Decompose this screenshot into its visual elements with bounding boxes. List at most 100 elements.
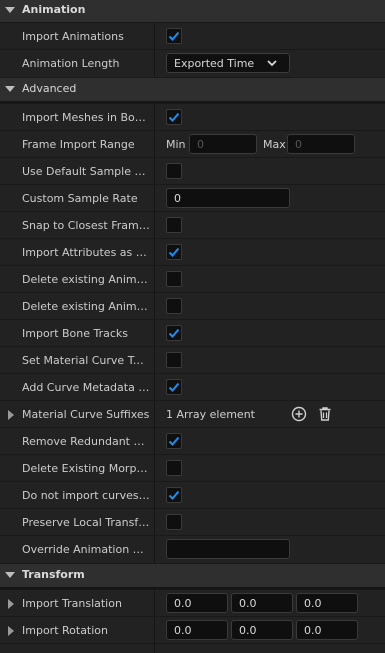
caret-right-icon[interactable] xyxy=(8,626,14,636)
section-title: Animation xyxy=(22,3,86,16)
property-label: Use Default Sample Rate xyxy=(22,165,150,178)
use-default-sample-rate-checkbox[interactable] xyxy=(166,163,182,179)
property-label: Delete Existing Morph T... xyxy=(22,462,150,475)
property-label: Animation Length xyxy=(22,57,120,70)
row-preserve-local-transform: Preserve Local Transform xyxy=(0,508,385,536)
check-icon xyxy=(168,436,180,446)
min-value: 0 xyxy=(197,138,204,151)
check-icon xyxy=(168,112,180,122)
property-label: Material Curve Suffixes xyxy=(22,408,150,421)
section-header-advanced[interactable]: Advanced xyxy=(0,77,385,101)
property-label: Import Attributes as Cur... xyxy=(22,246,150,259)
check-icon xyxy=(168,328,180,338)
import-attributes-checkbox[interactable] xyxy=(166,244,182,260)
property-label: Preserve Local Transform xyxy=(22,516,150,529)
section-header-animation[interactable]: Animation xyxy=(0,0,385,22)
property-label: Override Animation Name xyxy=(22,543,150,556)
row-import-meshes: Import Meshes in Bone... xyxy=(0,103,385,131)
delete-existing-animation-2-checkbox[interactable] xyxy=(166,298,182,314)
do-not-import-curves-checkbox[interactable] xyxy=(166,487,182,503)
row-animation-length: Animation Length Exported Time xyxy=(0,49,385,77)
row-snap-closest-frame: Snap to Closest Frame... xyxy=(0,211,385,239)
min-label: Min xyxy=(166,138,186,151)
property-label: Snap to Closest Frame... xyxy=(22,219,150,232)
rotation-y-input[interactable]: 0.0 xyxy=(231,620,293,640)
row-delete-existing-2: Delete existing Animatio... xyxy=(0,292,385,320)
max-label: Max xyxy=(263,138,286,151)
row-add-curve-metadata: Add Curve Metadata to... xyxy=(0,373,385,401)
section-title: Advanced xyxy=(22,82,77,95)
plus-circle-icon[interactable] xyxy=(291,406,307,422)
rotation-z-input[interactable]: 0.0 xyxy=(296,620,358,640)
row-import-attributes: Import Attributes as Cur... xyxy=(0,238,385,266)
delete-existing-animation-checkbox[interactable] xyxy=(166,271,182,287)
check-icon xyxy=(168,490,180,500)
import-animations-checkbox[interactable] xyxy=(166,28,182,44)
animation-length-dropdown[interactable]: Exported Time xyxy=(166,53,290,73)
z-value: 0.0 xyxy=(304,624,322,637)
array-count: 1 Array element xyxy=(166,408,255,421)
property-label: Delete existing Animatio... xyxy=(22,273,150,286)
row-override-animation-name: Override Animation Name xyxy=(0,535,385,563)
override-animation-name-input[interactable] xyxy=(166,539,290,559)
details-panel: Animation Import Animations Animation Le… xyxy=(0,0,385,653)
check-icon xyxy=(168,31,180,41)
section-header-transform[interactable]: Transform xyxy=(0,563,385,587)
row-import-animations: Import Animations xyxy=(0,22,385,50)
row-delete-existing-1: Delete existing Animatio... xyxy=(0,265,385,293)
row-frame-import-range: Frame Import Range Min 0 Max 0 xyxy=(0,130,385,158)
dropdown-value: Exported Time xyxy=(174,57,255,70)
translation-x-input[interactable]: 0.0 xyxy=(166,593,228,613)
property-label: Remove Redundant Keys xyxy=(22,435,150,448)
delete-existing-morph-checkbox[interactable] xyxy=(166,460,182,476)
collapse-caret-icon[interactable] xyxy=(5,86,15,92)
collapse-caret-icon[interactable] xyxy=(5,572,15,578)
chevron-down-icon xyxy=(267,60,277,67)
z-value: 0.0 xyxy=(304,597,322,610)
row-use-default-sample-rate: Use Default Sample Rate xyxy=(0,157,385,185)
check-icon xyxy=(168,247,180,257)
add-curve-metadata-checkbox[interactable] xyxy=(166,379,182,395)
collapse-caret-icon[interactable] xyxy=(5,7,15,13)
property-label: Set Material Curve Type xyxy=(22,354,150,367)
y-value: 0.0 xyxy=(239,597,257,610)
max-value: 0 xyxy=(295,138,302,151)
row-set-material-curve-type: Set Material Curve Type xyxy=(0,346,385,374)
property-label: Import Bone Tracks xyxy=(22,327,129,340)
row-delete-existing-morph: Delete Existing Morph T... xyxy=(0,454,385,482)
row-import-rotation: Import Rotation 0.0 0.0 0.0 xyxy=(0,616,385,644)
property-label: Import Rotation xyxy=(22,624,109,637)
property-label: Delete existing Animatio... xyxy=(22,300,150,313)
frame-min-input[interactable]: 0 xyxy=(189,134,257,154)
import-bone-tracks-checkbox[interactable] xyxy=(166,325,182,341)
translation-y-input[interactable]: 0.0 xyxy=(231,593,293,613)
rotation-x-input[interactable]: 0.0 xyxy=(166,620,228,640)
property-label: Import Meshes in Bone... xyxy=(22,111,150,124)
trash-icon[interactable] xyxy=(317,406,333,422)
row-material-curve-suffixes: Material Curve Suffixes 1 Array element xyxy=(0,400,385,428)
preserve-local-transform-checkbox[interactable] xyxy=(166,514,182,530)
caret-right-icon[interactable] xyxy=(8,599,14,609)
property-label: Add Curve Metadata to... xyxy=(22,381,150,394)
caret-right-icon[interactable] xyxy=(8,410,14,420)
snap-closest-frame-checkbox[interactable] xyxy=(166,217,182,233)
check-icon xyxy=(168,382,180,392)
import-meshes-checkbox[interactable] xyxy=(166,109,182,125)
custom-sample-rate-input[interactable]: 0 xyxy=(166,188,290,208)
x-value: 0.0 xyxy=(174,624,192,637)
row-custom-sample-rate: Custom Sample Rate 0 xyxy=(0,184,385,212)
property-label: Do not import curves wit... xyxy=(22,489,150,502)
row-remove-redundant-keys: Remove Redundant Keys xyxy=(0,427,385,455)
property-label: Import Translation xyxy=(22,597,122,610)
remove-redundant-keys-checkbox[interactable] xyxy=(166,433,182,449)
translation-z-input[interactable]: 0.0 xyxy=(296,593,358,613)
y-value: 0.0 xyxy=(239,624,257,637)
property-label: Import Animations xyxy=(22,30,124,43)
set-material-curve-type-checkbox[interactable] xyxy=(166,352,182,368)
property-label: Frame Import Range xyxy=(22,138,135,151)
row-import-translation: Import Translation 0.0 0.0 0.0 xyxy=(0,589,385,617)
frame-max-input[interactable]: 0 xyxy=(287,134,355,154)
property-label: Custom Sample Rate xyxy=(22,192,138,205)
row-import-bone-tracks: Import Bone Tracks xyxy=(0,319,385,347)
row-do-not-import-curves: Do not import curves wit... xyxy=(0,481,385,509)
